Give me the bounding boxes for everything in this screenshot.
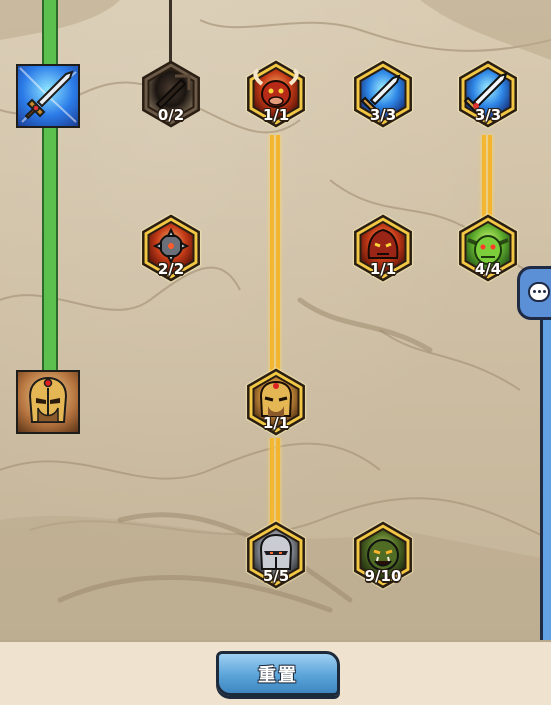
root-connector bbox=[169, 0, 172, 66]
node-count: 1/1 bbox=[262, 414, 290, 432]
node-count: 3/3 bbox=[474, 106, 502, 124]
skill-node[interactable]: 5/5 bbox=[240, 519, 312, 591]
skill-node[interactable]: 9/10 bbox=[347, 519, 419, 591]
node-count: 1/1 bbox=[369, 260, 397, 278]
side-panel-edge bbox=[540, 300, 551, 640]
node-count: 0/2 bbox=[157, 106, 185, 124]
skill-node[interactable]: 3/3 bbox=[452, 58, 524, 130]
skill-tree-board: 0/2 1/1 3/3 3/3 2/2 1/1 4/4 1/1 5/5 9/10 bbox=[0, 0, 551, 640]
node-count: 9/10 bbox=[364, 567, 402, 585]
sword-card[interactable] bbox=[16, 64, 80, 128]
reset-button-label: 重置 bbox=[258, 664, 298, 686]
link-ox-to-gladiator bbox=[269, 135, 281, 380]
chat-bubble-icon bbox=[528, 282, 550, 302]
node-count: 2/2 bbox=[157, 260, 185, 278]
gladiator-card[interactable] bbox=[16, 370, 80, 434]
skill-node[interactable]: 1/1 bbox=[240, 366, 312, 438]
skill-node[interactable]: 1/1 bbox=[347, 212, 419, 284]
skill-node[interactable]: 0/2 bbox=[135, 58, 207, 130]
progress-track bbox=[42, 0, 58, 400]
node-count: 3/3 bbox=[369, 106, 397, 124]
skill-node[interactable]: 2/2 bbox=[135, 212, 207, 284]
sword-icon bbox=[19, 67, 77, 123]
skill-node[interactable]: 1/1 bbox=[240, 58, 312, 130]
chat-button[interactable] bbox=[517, 266, 551, 320]
skill-node[interactable]: 4/4 bbox=[452, 212, 524, 284]
gladiator-helmet-icon bbox=[28, 376, 68, 423]
node-count: 1/1 bbox=[262, 106, 290, 124]
reset-button[interactable]: 重置 bbox=[216, 651, 340, 696]
node-count: 4/4 bbox=[474, 260, 502, 278]
node-count: 5/5 bbox=[262, 567, 290, 585]
progress-fill bbox=[44, 0, 56, 400]
skill-node[interactable]: 3/3 bbox=[347, 58, 419, 130]
